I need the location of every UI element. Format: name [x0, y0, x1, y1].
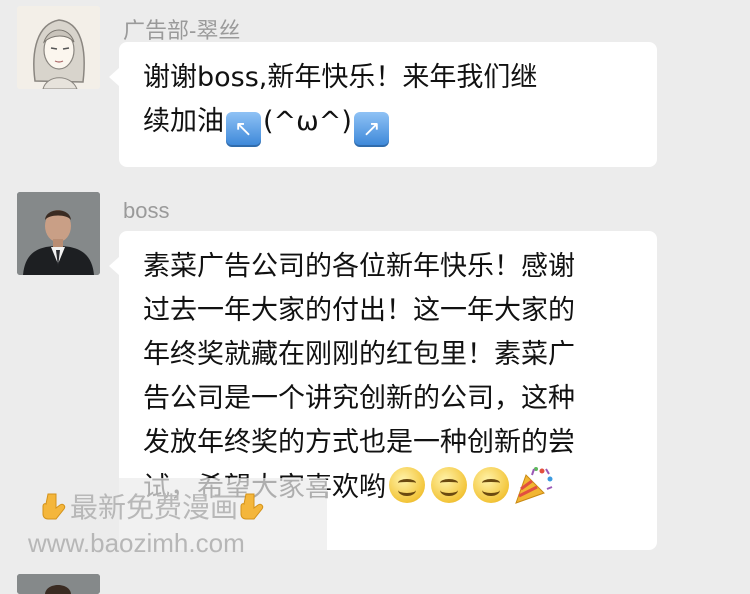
- message-line: 年终奖就藏在刚刚的红包里！素菜广: [143, 339, 575, 370]
- avatar-cuisi[interactable]: [17, 6, 100, 89]
- avatar-boss[interactable]: [17, 192, 100, 275]
- message-bubble[interactable]: 谢谢boss,新年快乐！来年我们继 续加油 ↖ (^ω^) ↗: [109, 42, 657, 167]
- watermark-url: www.baozimh.com: [28, 528, 245, 558]
- pointing-hand-icon: [42, 493, 66, 520]
- sender-name: boss: [123, 198, 170, 223]
- watermark-text: 最新免费漫画: [70, 491, 239, 524]
- avatar-illustration: [17, 6, 100, 89]
- avatar-photo: [17, 192, 100, 275]
- smile-icon: [473, 467, 509, 503]
- watermark-line-1: 最新免费漫画: [40, 486, 268, 526]
- arrow-up-right-emoji-icon: ↗: [353, 112, 389, 147]
- kaomoji-text: (^ω^): [263, 106, 352, 137]
- avatar-photo: [17, 574, 100, 594]
- smile-icon: [431, 467, 467, 503]
- message-text: 续加油: [143, 106, 224, 137]
- party-popper-icon: [515, 467, 553, 504]
- message-line: 过去一年大家的付出！这一年大家的: [143, 295, 575, 326]
- message-line: 发放年终奖的方式也是一种创新的尝: [143, 427, 575, 458]
- arrow-up-left-emoji-icon: ↖: [226, 112, 261, 147]
- message-line: 素菜广告公司的各位新年快乐！感谢: [143, 251, 575, 282]
- smile-icon: [389, 467, 425, 503]
- message-line-with-emoji: 续加油 ↖ (^ω^) ↗: [143, 100, 633, 147]
- message-line: 谢谢boss,新年快乐！来年我们继: [143, 62, 538, 93]
- sender-name: 广告部-翠丝: [123, 18, 241, 43]
- message-line: 告公司是一个讲究创新的公司，这种: [143, 383, 575, 414]
- avatar-boss-next[interactable]: [17, 574, 100, 594]
- pointing-hand-icon: [240, 493, 264, 520]
